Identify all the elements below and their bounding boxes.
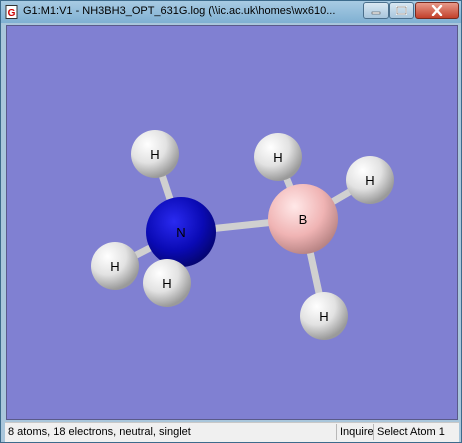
- hydrogen-atom[interactable]: H: [254, 133, 302, 181]
- hydrogen-atom[interactable]: H: [91, 242, 139, 290]
- maximize-icon: [396, 6, 407, 15]
- hydrogen-atom[interactable]: H: [131, 130, 179, 178]
- status-bar: 8 atoms, 18 electrons, neutral, singlet …: [5, 422, 459, 442]
- atom-label: H: [162, 276, 171, 291]
- nitrogen-atom[interactable]: N: [146, 197, 216, 267]
- close-icon: [431, 5, 443, 16]
- atom-label: H: [150, 147, 159, 162]
- atom-label: H: [110, 259, 119, 274]
- svg-text:G: G: [8, 8, 16, 19]
- minimize-button[interactable]: [363, 2, 389, 19]
- molecule-viewport[interactable]: H H H N B H H H: [6, 25, 458, 420]
- status-summary: 8 atoms, 18 electrons, neutral, singlet: [8, 426, 191, 438]
- window-title: G1:M1:V1 - NH3BH3_OPT_631G.log (\\ic.ac.…: [23, 5, 336, 17]
- document-icon[interactable]: G: [5, 5, 19, 19]
- molecule-canvas[interactable]: H H H N B H H H: [7, 26, 457, 419]
- atom-label: H: [365, 173, 374, 188]
- maximize-button[interactable]: [389, 2, 414, 19]
- atom-label: H: [319, 309, 328, 324]
- atom-label: B: [299, 212, 308, 227]
- boron-atom[interactable]: B: [268, 184, 338, 254]
- inquire-status[interactable]: Inquire: [336, 424, 374, 440]
- hydrogen-atom[interactable]: H: [300, 292, 348, 340]
- gaussview-window: G G1:M1:V1 - NH3BH3_OPT_631G.log (\\ic.a…: [0, 0, 462, 443]
- hydrogen-atom[interactable]: H: [143, 259, 191, 307]
- close-button[interactable]: [415, 2, 459, 19]
- title-bar[interactable]: G G1:M1:V1 - NH3BH3_OPT_631G.log (\\ic.a…: [1, 1, 461, 23]
- hydrogen-atom[interactable]: H: [346, 156, 394, 204]
- minimize-icon: [371, 11, 381, 14]
- select-atom-status[interactable]: Select Atom 1: [373, 424, 457, 440]
- atom-label: N: [176, 225, 185, 240]
- atom-label: H: [273, 150, 282, 165]
